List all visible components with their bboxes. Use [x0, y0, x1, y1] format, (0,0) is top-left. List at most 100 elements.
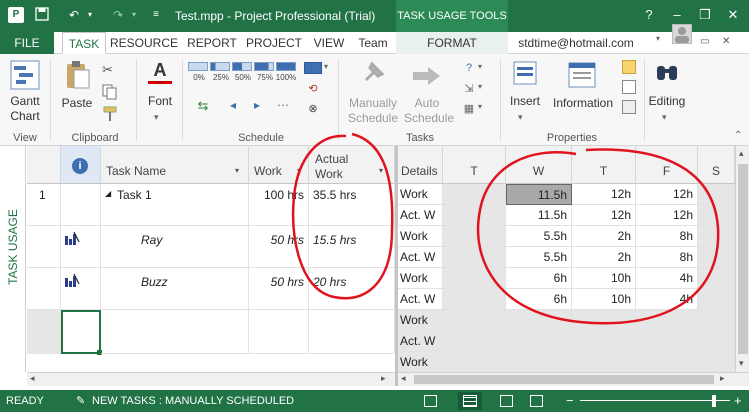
- timephased-cell[interactable]: [443, 310, 506, 331]
- timephased-cell[interactable]: 4h: [636, 268, 698, 289]
- copy-icon[interactable]: [102, 84, 118, 100]
- timephased-cell[interactable]: 12h: [572, 205, 636, 226]
- auto-schedule-label-1[interactable]: Auto: [404, 96, 450, 111]
- pushpin-icon[interactable]: [358, 60, 386, 88]
- timephased-cell[interactable]: 12h: [572, 184, 636, 205]
- timephased-cell[interactable]: [698, 352, 735, 373]
- collapse-icon[interactable]: ◢: [105, 189, 111, 198]
- tab-format[interactable]: FORMAT: [396, 32, 508, 54]
- day-header[interactable]: S: [698, 146, 735, 184]
- timephased-cell[interactable]: [443, 268, 506, 289]
- task-name-filter-icon[interactable]: ▾: [235, 166, 239, 175]
- tab-task[interactable]: TASK: [62, 32, 106, 54]
- day-header[interactable]: T: [572, 146, 636, 184]
- timephased-cell[interactable]: 11.5h: [506, 184, 572, 205]
- timephased-cell[interactable]: [698, 205, 735, 226]
- insert-icon[interactable]: [512, 60, 538, 86]
- information-icon[interactable]: [568, 62, 596, 88]
- gantt-chart-icon[interactable]: [10, 60, 40, 90]
- task-name-cell[interactable]: Buzz: [101, 268, 249, 310]
- zoom-in-button[interactable]: +: [734, 393, 742, 408]
- timephased-cell[interactable]: [506, 331, 572, 352]
- timephased-cell[interactable]: 12h: [636, 184, 698, 205]
- details-icon[interactable]: [622, 80, 636, 94]
- actual-work-cell[interactable]: 35.5 hrs: [309, 184, 395, 226]
- move-dropdown-icon[interactable]: ▾: [478, 82, 482, 91]
- customize-toolbar-icon[interactable]: ≡: [148, 7, 164, 23]
- indent-right-icon[interactable]: ▸: [246, 98, 268, 112]
- timephased-cell[interactable]: 5.5h: [506, 226, 572, 247]
- day-header[interactable]: F: [636, 146, 698, 184]
- indent-left-icon[interactable]: ◂: [222, 98, 244, 112]
- tab-team[interactable]: Team: [352, 32, 394, 54]
- pct-75-icon[interactable]: [254, 62, 274, 71]
- timephased-cell[interactable]: [698, 226, 735, 247]
- avatar[interactable]: [672, 24, 692, 44]
- empty-cell[interactable]: [249, 310, 309, 354]
- inspect-dropdown-icon[interactable]: ▾: [478, 62, 482, 71]
- collapse-ribbon-icon[interactable]: ⌃: [734, 130, 742, 141]
- tab-view[interactable]: VIEW: [310, 32, 348, 54]
- active-cell[interactable]: [61, 310, 101, 354]
- work-filter-icon[interactable]: ▾: [297, 166, 301, 175]
- help-button[interactable]: ?: [640, 6, 658, 24]
- scroll-right-icon[interactable]: ▸: [381, 373, 386, 384]
- timephased-cell[interactable]: 4h: [636, 289, 698, 310]
- timephased-cell[interactable]: 10h: [572, 268, 636, 289]
- day-header[interactable]: T: [443, 146, 506, 184]
- zoom-slider-thumb[interactable]: [712, 395, 716, 407]
- editing-label[interactable]: Editing: [644, 94, 690, 109]
- insert-label[interactable]: Insert: [504, 94, 546, 109]
- restore-button[interactable]: ❐: [696, 6, 714, 24]
- row-id[interactable]: [27, 268, 61, 310]
- pct-25-icon[interactable]: [210, 62, 230, 71]
- timephased-cell[interactable]: [636, 310, 698, 331]
- timephased-cell[interactable]: [698, 289, 735, 310]
- font-icon[interactable]: A: [148, 60, 172, 84]
- timephased-cell[interactable]: 8h: [636, 247, 698, 268]
- timephased-cell[interactable]: [443, 352, 506, 373]
- information-label[interactable]: Information: [550, 96, 616, 111]
- row-id[interactable]: [27, 226, 61, 268]
- timephased-cell[interactable]: [443, 289, 506, 310]
- task-name-header[interactable]: Task Name ▾: [101, 146, 249, 184]
- timephased-cell[interactable]: [698, 331, 735, 352]
- cut-icon[interactable]: ✂: [102, 62, 118, 78]
- user-account[interactable]: stdtime@hotmail.com: [512, 32, 640, 54]
- pct-100-icon[interactable]: [276, 62, 296, 71]
- redo-icon[interactable]: ↷: [110, 7, 126, 23]
- vertical-scrollbar[interactable]: ▴ ▾: [735, 146, 749, 372]
- scroll-thumb[interactable]: [414, 375, 714, 384]
- scroll-thumb[interactable]: [738, 164, 748, 354]
- scroll-up-icon[interactable]: ▴: [739, 148, 744, 159]
- insert-dropdown-icon[interactable]: ▾: [518, 112, 523, 123]
- scroll-down-icon[interactable]: ▾: [739, 358, 744, 369]
- task-usage-view-icon[interactable]: [458, 392, 482, 410]
- timephased-cell[interactable]: [572, 352, 636, 373]
- scroll-left-icon[interactable]: ◂: [401, 373, 406, 384]
- actual-work-filter-icon[interactable]: ▾: [379, 166, 383, 175]
- account-dropdown-icon[interactable]: ▾: [656, 34, 665, 43]
- timephased-cell[interactable]: [698, 184, 735, 205]
- mark-on-track-icon[interactable]: [304, 62, 322, 74]
- timephased-cell[interactable]: [572, 310, 636, 331]
- move-icon[interactable]: ⇲: [462, 82, 476, 96]
- manually-schedule-label-2[interactable]: Schedule: [344, 111, 402, 126]
- team-planner-view-icon[interactable]: [500, 395, 513, 407]
- scroll-left-icon[interactable]: ◂: [30, 373, 35, 384]
- timephased-cell[interactable]: 2h: [572, 247, 636, 268]
- info-header[interactable]: i: [61, 146, 101, 184]
- auto-schedule-icon[interactable]: [412, 64, 442, 88]
- day-header[interactable]: W: [506, 146, 572, 184]
- undo-icon[interactable]: ↶: [66, 7, 82, 23]
- row-id-header[interactable]: [27, 146, 61, 184]
- zoom-out-button[interactable]: −: [566, 393, 574, 408]
- work-cell[interactable]: 50 hrs: [249, 226, 309, 268]
- timephased-cell[interactable]: [443, 226, 506, 247]
- row-id[interactable]: 1: [27, 184, 61, 226]
- mode-icon[interactable]: ▦: [462, 102, 476, 116]
- notes-icon[interactable]: [622, 60, 636, 74]
- tab-report[interactable]: REPORT: [184, 32, 240, 54]
- timephased-cell[interactable]: [698, 247, 735, 268]
- actual-work-cell[interactable]: 15.5 hrs: [309, 226, 395, 268]
